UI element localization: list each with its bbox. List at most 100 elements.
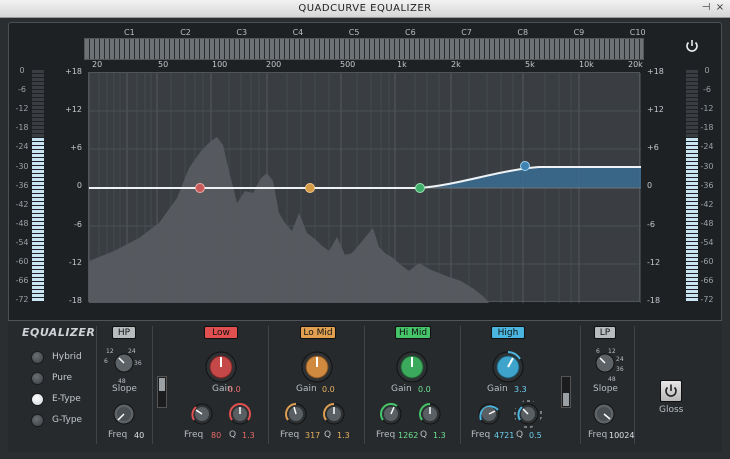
meter-segment (32, 122, 44, 125)
meter-segment (32, 210, 44, 213)
type-radio-e-type[interactable] (31, 393, 44, 406)
power-icon (665, 384, 677, 397)
meter-segment (32, 130, 44, 133)
low-band-node[interactable] (195, 183, 205, 193)
hp-button[interactable]: HP (112, 326, 136, 339)
type-radio-hybrid[interactable] (31, 351, 44, 364)
lp-slope-tick: 6 (596, 348, 600, 355)
type-label-hybrid: Hybrid (52, 352, 82, 362)
hi-mid-q-label: Q (420, 430, 428, 440)
meter-segment (32, 258, 44, 261)
meter-segment (32, 110, 44, 113)
high-freq-knob[interactable] (477, 402, 501, 426)
hi-mid-freq-knob[interactable] (379, 402, 403, 426)
meter-scale-label: -18 (700, 123, 714, 133)
meter-segment (32, 286, 44, 289)
meter-segment (32, 278, 44, 281)
lp-slope-label: Slope (593, 384, 618, 394)
frequency-label: 50 (158, 60, 169, 69)
note-label: C3 (236, 28, 248, 37)
lp-freq-knob[interactable] (592, 402, 616, 426)
note-label: C5 (348, 28, 360, 37)
meter-segment (32, 226, 44, 229)
high-band-node[interactable] (520, 161, 530, 171)
close-icon[interactable]: × (714, 2, 726, 13)
high-gain-knob[interactable] (491, 350, 525, 384)
meter-segment (32, 198, 44, 201)
lo-mid-q-knob[interactable] (322, 402, 346, 426)
meter-segment (686, 190, 698, 193)
meter-segment (686, 214, 698, 217)
hi-mid-band-button[interactable]: Hi Mid (395, 326, 431, 339)
meter-segment (32, 186, 44, 189)
lo-mid-q-label: Q (324, 430, 332, 440)
hi-mid-q-knob[interactable] (418, 402, 442, 426)
hi-mid-freq-value: 1262 (398, 431, 419, 440)
lo-mid-band-node[interactable] (305, 183, 315, 193)
lp-slope-knob[interactable] (594, 352, 616, 374)
lo-mid-band-button[interactable]: Lo Mid (300, 326, 336, 339)
low-band-button[interactable]: Low (204, 326, 238, 339)
meter-segment (686, 270, 698, 273)
low-q-knob[interactable] (228, 402, 252, 426)
meter-segment (686, 210, 698, 213)
db-label-right: +12 (647, 105, 664, 114)
meter-segment (32, 90, 44, 93)
frequency-label: 1k (397, 60, 407, 69)
eq-graph[interactable] (88, 72, 642, 303)
frequency-label: 2k (451, 60, 461, 69)
meter-segment (32, 86, 44, 89)
lo-mid-freq-knob[interactable] (284, 402, 308, 426)
note-label: C1 (124, 28, 135, 37)
meter-scale-label: -30 (15, 161, 29, 171)
meter-segment (32, 114, 44, 117)
hi-mid-q-value: 1.3 (433, 431, 446, 440)
high-shelf-switch[interactable] (561, 376, 571, 408)
meter-segment (686, 134, 698, 137)
low-freq-knob[interactable] (190, 402, 214, 426)
meter-segment (32, 82, 44, 85)
equalizer-title: EQUALIZER (22, 326, 96, 339)
global-power-icon[interactable] (682, 36, 702, 56)
hi-mid-band-node[interactable] (415, 183, 425, 193)
db-label-left: +12 (65, 105, 82, 114)
meter-segment (686, 98, 698, 101)
section-divider (580, 326, 581, 444)
frequency-label: 5k (525, 60, 535, 69)
meter-scale-label: -54 (700, 237, 714, 247)
piano-keyboard (84, 38, 644, 60)
high-band-button[interactable]: High (491, 326, 525, 339)
meter-segment (32, 254, 44, 257)
low-gain-knob[interactable] (204, 350, 238, 384)
low-shelf-switch[interactable] (157, 376, 167, 408)
frequency-label: 100 (212, 60, 228, 69)
meter-scale-label: 0 (704, 66, 710, 75)
section-divider (460, 326, 461, 444)
pin-icon[interactable]: ⊣ (700, 2, 712, 13)
hi-mid-gain-knob[interactable] (395, 350, 429, 384)
type-radio-pure[interactable] (31, 372, 44, 385)
hi-mid-gain-value: 0.0 (418, 385, 431, 394)
meter-scale-label: -42 (700, 199, 714, 209)
note-label: C10 (629, 28, 646, 37)
meter-scale-label: -36 (15, 180, 29, 190)
meter-segment (32, 234, 44, 237)
note-label: C6 (405, 28, 416, 37)
meter-segment (32, 74, 44, 77)
high-q-knob[interactable] (514, 400, 542, 428)
lp-freq-value: 10024 (609, 431, 635, 440)
meter-scale-label: -54 (15, 237, 29, 247)
meter-scale-label: -60 (700, 257, 714, 266)
lp-button[interactable]: LP (594, 326, 616, 339)
meter-scale-label: 0 (19, 66, 25, 75)
meter-scale-label: -12 (15, 104, 29, 114)
hp-slope-knob[interactable] (113, 352, 135, 374)
gloss-button[interactable] (660, 380, 682, 402)
lo-mid-gain-knob[interactable] (300, 350, 334, 384)
meter-segment (32, 138, 44, 141)
frequency-label: 500 (340, 60, 356, 69)
lo-mid-gain-value: 0.0 (322, 385, 335, 394)
hp-freq-knob[interactable] (112, 402, 136, 426)
meter-segment (686, 234, 698, 237)
type-radio-g-type[interactable] (31, 414, 44, 427)
